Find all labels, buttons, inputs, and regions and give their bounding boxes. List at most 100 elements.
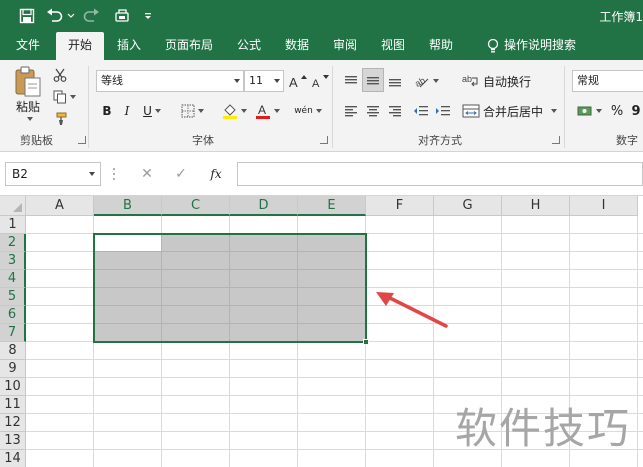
align-left-icon[interactable] [340,100,362,122]
group-divider [88,66,89,148]
undo-icon[interactable] [44,5,66,27]
column-header-b[interactable]: B [94,196,162,216]
insert-function-button[interactable]: fx [200,163,232,185]
group-divider [332,66,333,148]
row-header-3[interactable]: 3 [0,252,26,270]
selection-border [93,233,367,343]
column-header-f[interactable]: F [366,196,434,216]
row-header-5[interactable]: 5 [0,288,26,306]
customize-icon[interactable] [142,5,154,27]
alignment-group-label: 对齐方式 [418,134,462,147]
tab-data[interactable]: 数据 [276,32,318,60]
splitter-dots-icon[interactable] [112,166,116,182]
name-box[interactable]: B2 [5,162,101,186]
cut-icon[interactable] [50,64,70,86]
row-header-9[interactable]: 9 [0,360,26,378]
font-color-icon[interactable]: A [252,100,282,122]
tab-view[interactable]: 视图 [372,32,414,60]
column-header-a[interactable]: A [26,196,94,216]
align-bottom-icon[interactable] [384,70,406,92]
underline-button[interactable]: U [138,100,166,122]
align-middle-icon[interactable] [362,68,384,92]
row-header-14[interactable]: 14 [0,450,26,467]
increase-indent-icon[interactable] [432,100,454,122]
align-top-icon[interactable] [340,70,362,92]
redo-icon[interactable] [80,5,102,27]
fill-color-icon[interactable] [218,100,250,122]
paste-button[interactable]: 粘贴 [10,96,46,116]
tell-me-search[interactable]: 操作说明搜索 [502,32,578,60]
tab-file[interactable]: 文件 [6,32,50,60]
alignment-launcher-icon[interactable] [552,136,560,144]
number-format-combo[interactable]: 常规 [572,70,643,92]
touch-mode-icon[interactable] [112,5,134,27]
formula-bar: B2 ✕ ✓ fx [0,152,643,196]
row-header-10[interactable]: 10 [0,378,26,396]
number-group-label: 数字 [616,134,638,147]
row-header-13[interactable]: 13 [0,432,26,450]
row-header-6[interactable]: 6 [0,306,26,324]
tab-review[interactable]: 审阅 [324,32,366,60]
tab-page-layout[interactable]: 页面布局 [158,32,220,60]
row-header-7[interactable]: 7 [0,324,26,342]
tab-home[interactable]: 开始 [56,32,104,60]
row-header-2[interactable]: 2 [0,234,26,252]
clipboard-group-label: 剪贴板 [20,134,53,147]
formula-input[interactable] [237,162,643,186]
orientation-icon[interactable]: ab [410,70,442,92]
merge-center-button[interactable]: 合并后居中 [462,100,558,122]
ribbon-tabs: 文件 开始 插入 页面布局 公式 数据 审阅 视图 帮助 操作说明搜索 [0,32,643,60]
phonetic-icon[interactable]: wén [292,100,324,122]
tab-insert[interactable]: 插入 [108,32,150,60]
align-right-icon[interactable] [384,100,406,122]
italic-button[interactable]: I [118,100,136,122]
accounting-format-icon[interactable] [574,100,604,122]
excel-window: 工作簿1 文件 开始 插入 页面布局 公式 数据 审阅 视图 帮助 操作说明搜索… [0,0,643,467]
font-name-combo[interactable]: 等线 [96,70,244,92]
copy-icon[interactable] [50,86,78,108]
font-size-combo[interactable]: 11 [244,70,284,92]
percent-button[interactable]: % [608,100,626,122]
svg-text:A: A [289,75,298,88]
paste-dropdown-icon[interactable] [18,114,38,124]
comma-button[interactable]: 9 [628,100,643,122]
align-center-icon[interactable] [362,100,384,122]
wrap-text-button[interactable]: ab 自动换行 [462,70,534,92]
group-divider [564,66,565,148]
title-bar: 工作簿1 [0,0,643,32]
column-header-h[interactable]: H [502,196,570,216]
enter-button[interactable]: ✓ [166,163,196,185]
save-icon[interactable] [16,5,38,27]
decrease-font-icon[interactable]: A [310,70,332,92]
clipboard-launcher-icon[interactable] [78,136,86,144]
decrease-indent-icon[interactable] [410,100,432,122]
column-header-c[interactable]: C [162,196,230,216]
svg-text:A: A [258,103,266,117]
bold-button[interactable]: B [98,100,116,122]
fill-handle[interactable] [363,339,369,345]
cancel-button[interactable]: ✕ [132,163,162,185]
row-header-8[interactable]: 8 [0,342,26,360]
font-group-label: 字体 [192,134,214,147]
column-header-d[interactable]: D [230,196,298,216]
ribbon-home: 粘贴 剪贴板 等线 11 A A B I U A wén 字体 ab ab 自动… [0,60,643,152]
increase-font-icon[interactable]: A [287,70,309,92]
tab-formulas[interactable]: 公式 [228,32,270,60]
borders-icon[interactable] [176,100,208,122]
row-header-11[interactable]: 11 [0,396,26,414]
window-title: 工作簿1 [599,10,643,24]
row-header-1[interactable]: 1 [0,216,26,234]
paste-icon[interactable] [10,64,46,100]
font-launcher-icon[interactable] [320,136,328,144]
row-header-4[interactable]: 4 [0,270,26,288]
row-header-12[interactable]: 12 [0,414,26,432]
red-arrow-icon [376,292,448,328]
format-painter-icon[interactable] [50,108,70,130]
column-header-e[interactable]: E [298,196,366,216]
undo-dropdown-icon[interactable] [66,5,76,27]
column-header-g[interactable]: G [434,196,502,216]
svg-text:ab: ab [462,74,472,84]
column-header-i[interactable]: I [570,196,638,216]
tab-help[interactable]: 帮助 [420,32,462,60]
svg-text:A: A [312,78,320,88]
